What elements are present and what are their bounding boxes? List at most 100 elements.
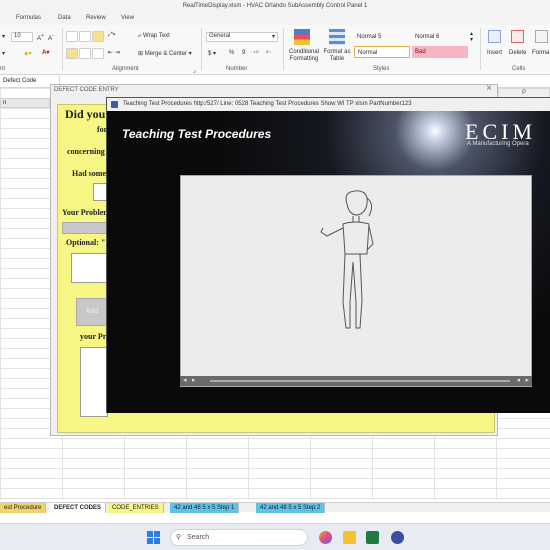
problem-select[interactable] xyxy=(62,222,108,234)
optional-notes-input[interactable] xyxy=(71,253,107,283)
format-cells-icon[interactable] xyxy=(535,30,548,43)
divider xyxy=(283,28,284,70)
video-stage: Teaching Test Procedures ECIM A Manufact… xyxy=(107,111,550,413)
group-label-font: nt xyxy=(0,66,6,72)
video-player[interactable] xyxy=(180,175,532,387)
dialog-title: DEFECT CODE ENTRY xyxy=(54,87,119,93)
windows-start-icon[interactable] xyxy=(147,531,160,544)
percent-icon[interactable]: % xyxy=(229,50,234,56)
media-app-icon[interactable] xyxy=(391,531,404,544)
search-placeholder: Search xyxy=(187,534,210,541)
format-as-table-icon[interactable] xyxy=(329,29,345,45)
group-label-alignment: Alignment xyxy=(112,66,139,72)
align-center-icon[interactable] xyxy=(79,48,91,59)
style-normal-5[interactable]: Normal 5 xyxy=(354,31,410,43)
ribbon-tabs: Formulas Data Review View xyxy=(0,13,550,25)
presenter-figure-icon xyxy=(320,190,374,329)
close-icon[interactable]: × xyxy=(486,83,492,94)
your-pr-label: your Pr xyxy=(80,332,107,341)
divider xyxy=(480,28,481,70)
form-heading: Did you xyxy=(65,107,106,121)
tab-formulas[interactable]: Formulas xyxy=(16,15,41,21)
grow-font-icon[interactable]: A+ xyxy=(37,33,44,42)
increase-decimal-icon[interactable]: ⁺⁰ xyxy=(253,50,259,57)
decrease-decimal-icon[interactable]: ⁰⁻ xyxy=(266,50,272,57)
colorful-app-icon[interactable] xyxy=(319,531,332,544)
group-label-cells: Cells xyxy=(512,66,526,72)
delete-cells-icon[interactable] xyxy=(511,30,524,43)
alignment-launcher-icon[interactable]: ⌟ xyxy=(193,67,196,74)
taskbar-search[interactable]: ⚲ Search xyxy=(170,529,308,546)
chevron-down-icon: ▾ xyxy=(271,34,275,40)
insert-cells-button[interactable]: Insert xyxy=(487,50,502,56)
shrink-font-icon[interactable]: A- xyxy=(48,33,54,42)
divider xyxy=(201,28,202,70)
volume-icon[interactable]: ◂ xyxy=(516,376,520,384)
styles-gallery-scroll-icon[interactable]: ▴ ▾ xyxy=(470,31,473,43)
style-normal[interactable]: Normal xyxy=(354,46,410,58)
format-as-table-button[interactable]: Format as Table xyxy=(322,49,352,63)
align-top-icon[interactable] xyxy=(66,31,78,42)
wrap-text-button[interactable]: ⤶ Wrap Text xyxy=(138,33,170,40)
align-middle-icon[interactable] xyxy=(79,31,91,42)
style-normal-6[interactable]: Normal 6 xyxy=(412,31,468,43)
indent-icon[interactable]: ⇤ ⇥ xyxy=(108,49,120,56)
sheet-tab-step-2[interactable]: 42 and 48 5 x 5 Step 2 xyxy=(256,503,326,513)
currency-icon[interactable]: $ ▾ xyxy=(208,50,216,57)
tab-view[interactable]: View xyxy=(121,15,134,21)
fullscreen-icon[interactable]: ▸ xyxy=(525,376,529,384)
sheet-tab-code-entries[interactable]: CODE_ENTRIES xyxy=(108,503,164,513)
file-explorer-icon[interactable] xyxy=(343,531,356,544)
video-window-title: Teaching Test Procedures http:/527/ Line… xyxy=(123,101,412,107)
tab-data[interactable]: Data xyxy=(58,15,71,21)
form-line-had-some: Had some xyxy=(72,169,106,178)
video-window: Teaching Test Procedures http:/527/ Line… xyxy=(106,97,550,413)
align-bottom-icon[interactable] xyxy=(92,31,104,42)
entries-list[interactable] xyxy=(80,347,108,417)
excel-icon[interactable] xyxy=(366,531,379,544)
taskbar: ⚲ Search xyxy=(0,523,550,550)
number-format-select[interactable]: General ▾ xyxy=(206,32,278,42)
sheet-tab-test-procedure[interactable]: est Procedure xyxy=(0,503,47,513)
sheet-tab-defect-codes[interactable]: DEFECT CODES xyxy=(50,503,107,513)
video-heading: Teaching Test Procedures xyxy=(122,127,272,141)
comma-icon[interactable]: 9 xyxy=(242,50,245,56)
add-button[interactable]: Add xyxy=(76,298,108,326)
merge-center-button[interactable]: ⊞ Merge & Center ▾ xyxy=(138,50,192,57)
conditional-formatting-button[interactable]: Conditional Formatting xyxy=(286,49,322,63)
ribbon: ▾ 10 A+ A- ▾ ◈▾ A▾ nt ⤢▾ ⇤ ⇥ ⤶ Wrap Text… xyxy=(0,25,550,75)
group-label-styles: Styles xyxy=(373,66,390,72)
conditional-formatting-icon[interactable] xyxy=(294,29,310,45)
insert-cells-icon[interactable] xyxy=(488,30,501,43)
style-bad[interactable]: Bad xyxy=(412,46,468,58)
play-icon[interactable]: ▸ xyxy=(192,376,196,384)
orientation-icon[interactable]: ⤢▾ xyxy=(108,32,115,39)
group-label-number: Number xyxy=(226,66,248,72)
format-cells-button[interactable]: Forma xyxy=(532,50,549,56)
tab-review[interactable]: Review xyxy=(86,15,106,21)
seek-bar[interactable] xyxy=(210,380,510,382)
font-size-select[interactable]: 10 xyxy=(11,32,33,42)
add-button-label: Add xyxy=(85,308,99,315)
align-right-icon[interactable] xyxy=(92,48,104,59)
delete-cells-button[interactable]: Delete xyxy=(509,50,526,56)
sheet-tab-step-1[interactable]: 42 and 48 5 x 5 Step 1 xyxy=(170,503,240,513)
divider xyxy=(62,28,63,70)
form-line-concerning: concerning xyxy=(67,147,105,156)
font-color-icon[interactable]: A▾ xyxy=(42,49,49,56)
problem-label: Your Problem xyxy=(62,208,110,217)
optional-label: Optional: " xyxy=(66,238,106,247)
align-left-icon[interactable] xyxy=(66,48,78,59)
grid-row-fragment[interactable]: n xyxy=(0,98,50,108)
search-icon: ⚲ xyxy=(176,534,182,541)
wrap-text-label: Wrap Text xyxy=(143,33,170,39)
company-tagline: A Manufacturing Opera xyxy=(467,141,529,147)
video-controls[interactable]: ◂ ▸ ◂ ▸ xyxy=(180,376,532,386)
borders-icon[interactable]: ▾ xyxy=(2,50,5,57)
sheet-tabs: est Procedure DEFECT CODES CODE_ENTRIES … xyxy=(0,502,550,513)
fill-color-icon[interactable]: ◈▾ xyxy=(24,50,32,57)
rewind-icon[interactable]: ◂ xyxy=(183,376,187,384)
font-dropdown-tail[interactable]: ▾ xyxy=(2,33,5,40)
video-window-title-bar: Teaching Test Procedures http:/527/ Line… xyxy=(107,98,550,111)
number-format-value: General xyxy=(209,33,231,39)
